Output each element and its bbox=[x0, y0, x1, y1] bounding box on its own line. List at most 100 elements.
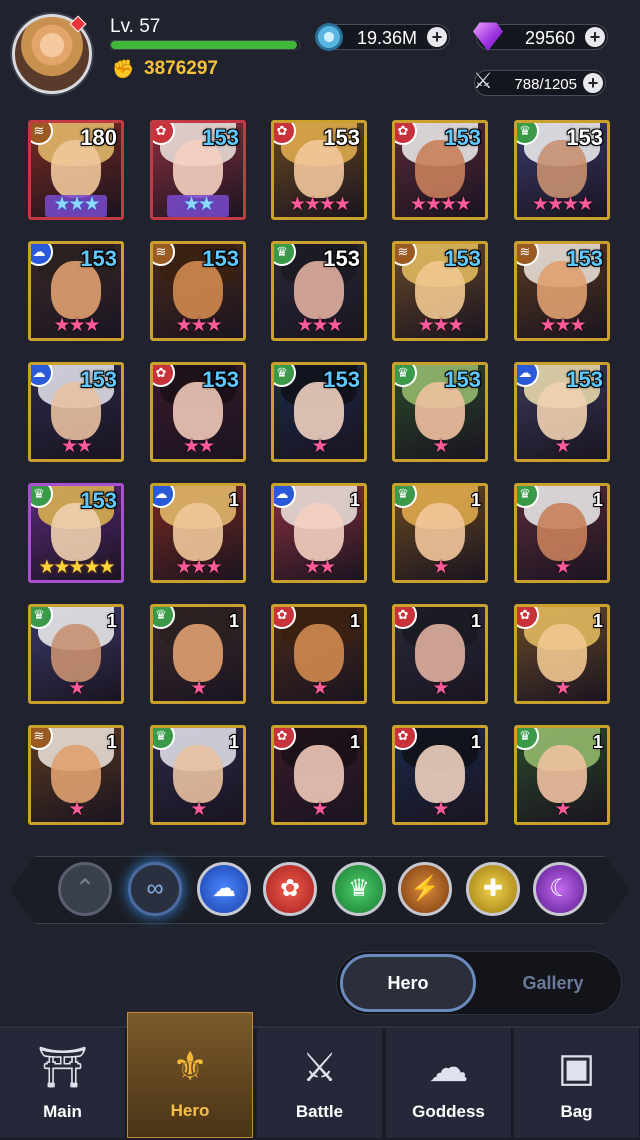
hero-card[interactable]: ★★★★ ♛ 153 bbox=[514, 120, 610, 220]
nav-main[interactable]: ⛩ Main bbox=[0, 1028, 126, 1138]
add-coins-button[interactable]: + bbox=[427, 27, 447, 47]
filter-crown-button[interactable]: ♛ bbox=[332, 862, 386, 916]
tab-gallery[interactable]: Gallery bbox=[490, 954, 616, 1012]
hero-stars: ★★★ bbox=[175, 315, 222, 336]
filter-moon-button[interactable]: ☾ bbox=[533, 862, 587, 916]
hero-level: 1 bbox=[106, 732, 117, 752]
filter-light-button[interactable]: ✚ bbox=[466, 862, 520, 916]
infinity-icon: ∞ bbox=[146, 875, 164, 902]
nav-hero[interactable]: ⚜ Hero bbox=[127, 1012, 253, 1138]
hero-level: 153 bbox=[80, 246, 117, 271]
hero-level: 153 bbox=[323, 367, 360, 392]
hero-card[interactable]: ★ ♛ 153 bbox=[271, 362, 367, 462]
hero-face bbox=[414, 502, 466, 562]
filter-collapse-button[interactable]: ⌃ bbox=[58, 862, 112, 916]
filter-all-button[interactable]: ∞ bbox=[128, 862, 182, 916]
hero-level: 153 bbox=[444, 246, 481, 271]
hero-level: 153 bbox=[444, 367, 481, 392]
hero-card[interactable]: ★★ ✿ 153 bbox=[150, 362, 246, 462]
hero-stars: ★★★★ bbox=[409, 194, 472, 215]
cross-light-icon: ✚ bbox=[482, 875, 504, 902]
hero-face bbox=[536, 623, 588, 683]
tab-hero[interactable]: Hero bbox=[340, 954, 476, 1012]
hero-level: 1 bbox=[228, 611, 239, 631]
claw-icon: ⚡ bbox=[410, 875, 440, 902]
hero-card[interactable]: ★★★★★ ♛ 153 bbox=[28, 483, 124, 583]
hero-level: 1 bbox=[228, 490, 239, 510]
hero-card[interactable]: ★ ☁ 153 bbox=[514, 362, 610, 462]
hero-stars: ★★★★ bbox=[288, 194, 351, 215]
hero-level: 1 bbox=[592, 490, 603, 510]
nav-battle[interactable]: ⚔ Battle bbox=[257, 1028, 383, 1138]
hero-card[interactable]: ★ ♛ 1 bbox=[514, 725, 610, 825]
crown-icon: ♛ bbox=[348, 875, 370, 902]
hero-card[interactable]: ★ ♛ 153 bbox=[392, 362, 488, 462]
hero-stars: ★★ bbox=[60, 436, 93, 457]
hero-face bbox=[293, 623, 345, 683]
hero-stars: ★★ bbox=[303, 557, 336, 578]
hero-stars: ★ bbox=[554, 436, 571, 457]
hero-card[interactable]: ★ ♛ 1 bbox=[150, 604, 246, 704]
hero-level: 1 bbox=[349, 611, 360, 631]
nav-label: Battle bbox=[295, 1102, 344, 1121]
hero-card[interactable]: ★★ ✿ 153 bbox=[150, 120, 246, 220]
expand-capacity-button[interactable]: + bbox=[583, 73, 603, 93]
hero-face bbox=[172, 623, 224, 683]
moon-icon: ☾ bbox=[549, 875, 571, 902]
add-gems-button[interactable]: + bbox=[585, 27, 605, 47]
hero-level: 180 bbox=[80, 125, 117, 150]
hero-capacity-value: 788/1205 bbox=[514, 76, 577, 93]
hero-stars: ★ bbox=[311, 799, 328, 820]
coin-icon bbox=[315, 23, 343, 51]
hero-card[interactable]: ★ ✿ 1 bbox=[271, 725, 367, 825]
hero-card[interactable]: ★★ ☁ 153 bbox=[28, 362, 124, 462]
hero-stars: ★★★ bbox=[417, 315, 464, 336]
hero-card[interactable]: ★★★ ☁ 153 bbox=[28, 241, 124, 341]
hero-card[interactable]: ★ ♛ 1 bbox=[514, 483, 610, 583]
hero-stars: ★ bbox=[554, 799, 571, 820]
player-power: 3876297 bbox=[144, 58, 218, 79]
hero-card[interactable]: ★★★ ☁ 1 bbox=[150, 483, 246, 583]
hero-stars: ★ bbox=[554, 678, 571, 699]
hero-card[interactable]: ★ ♛ 1 bbox=[392, 483, 488, 583]
helmet-icon: ⚜ bbox=[172, 1045, 208, 1089]
hero-stars: ★ bbox=[554, 557, 571, 578]
hero-level: 1 bbox=[228, 732, 239, 752]
hero-stars: ★ bbox=[190, 799, 207, 820]
hero-stars: ★ bbox=[432, 436, 449, 457]
coins-value: 19.36M bbox=[356, 28, 417, 48]
hero-card[interactable]: ★ ≋ 1 bbox=[28, 725, 124, 825]
swords-icon: ⚔ bbox=[301, 1046, 338, 1090]
hero-level: 1 bbox=[470, 732, 481, 752]
hero-card[interactable]: ★ ♛ 1 bbox=[150, 725, 246, 825]
nav-bag[interactable]: ▣ Bag bbox=[514, 1028, 640, 1138]
gems-value: 29560 bbox=[524, 28, 575, 48]
hero-card[interactable]: ★★★ ≋ 153 bbox=[392, 241, 488, 341]
hero-card[interactable]: ★★★ ≋ 180 bbox=[28, 120, 124, 220]
hero-level: 1 bbox=[349, 490, 360, 510]
hero-face bbox=[414, 623, 466, 683]
hero-stars: ★ bbox=[311, 678, 328, 699]
filter-claw-button[interactable]: ⚡ bbox=[398, 862, 452, 916]
filter-cloud-button[interactable]: ☁ bbox=[197, 862, 251, 916]
hero-card[interactable]: ★★★★ ✿ 153 bbox=[271, 120, 367, 220]
filter-flower-button[interactable]: ✿ bbox=[263, 862, 317, 916]
hero-card[interactable]: ★★★★ ✿ 153 bbox=[392, 120, 488, 220]
hero-card[interactable]: ★ ♛ 1 bbox=[28, 604, 124, 704]
hero-level: 1 bbox=[106, 611, 117, 631]
hero-stars: ★★★ bbox=[53, 194, 100, 215]
hero-card[interactable]: ★ ✿ 1 bbox=[271, 604, 367, 704]
hero-card[interactable]: ★ ✿ 1 bbox=[392, 604, 488, 704]
hero-stars: ★ bbox=[432, 557, 449, 578]
hero-card[interactable]: ★★★ ≋ 153 bbox=[514, 241, 610, 341]
temple-icon: ⛩ bbox=[37, 1046, 88, 1090]
hero-card[interactable]: ★★★ ♛ 153 bbox=[271, 241, 367, 341]
hero-card[interactable]: ★★★ ≋ 153 bbox=[150, 241, 246, 341]
helmet-icon: ⚔ bbox=[473, 68, 493, 93]
hero-card[interactable]: ★ ✿ 1 bbox=[392, 725, 488, 825]
hero-card[interactable]: ★ ✿ 1 bbox=[514, 604, 610, 704]
hero-level: 153 bbox=[202, 246, 239, 271]
nav-goddess[interactable]: ☁ Goddess bbox=[386, 1028, 512, 1138]
player-level: Lv. 57 bbox=[110, 16, 161, 37]
hero-card[interactable]: ★★ ☁ 1 bbox=[271, 483, 367, 583]
